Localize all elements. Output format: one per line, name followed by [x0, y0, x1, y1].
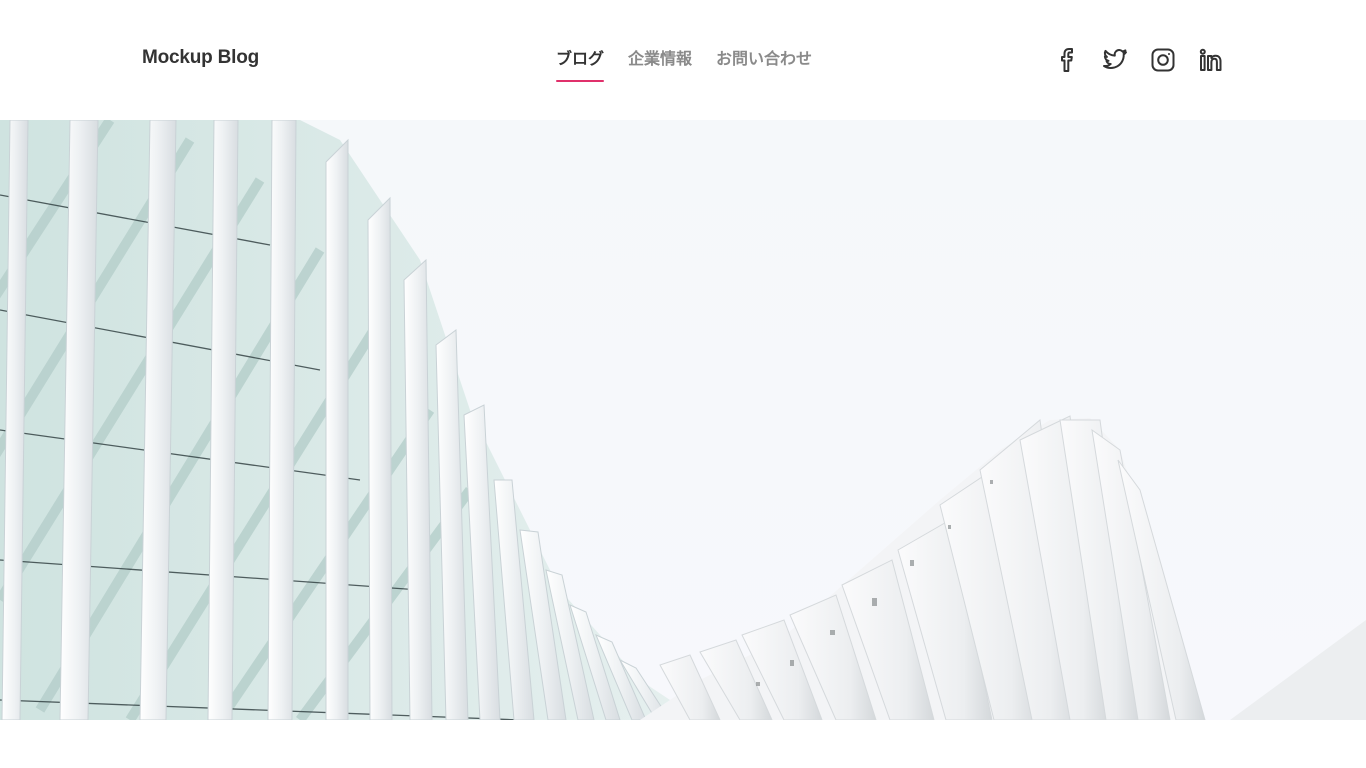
architecture-photo [0, 120, 1366, 720]
main-nav: ブログ 企業情報 お問い合わせ [556, 48, 812, 82]
nav-item-contact[interactable]: お問い合わせ [716, 48, 812, 80]
facebook-icon[interactable] [1053, 46, 1081, 74]
site-header: Mockup Blog ブログ 企業情報 お問い合わせ [0, 0, 1366, 120]
site-logo[interactable]: Mockup Blog [142, 47, 259, 69]
nav-item-company[interactable]: 企業情報 [628, 48, 692, 80]
page-footer-space [0, 720, 1366, 768]
twitter-icon[interactable] [1101, 46, 1129, 74]
linkedin-icon[interactable] [1197, 46, 1225, 74]
hero-image [0, 120, 1366, 720]
nav-item-blog[interactable]: ブログ [556, 48, 605, 82]
instagram-icon[interactable] [1149, 46, 1177, 74]
social-links [1053, 46, 1225, 74]
